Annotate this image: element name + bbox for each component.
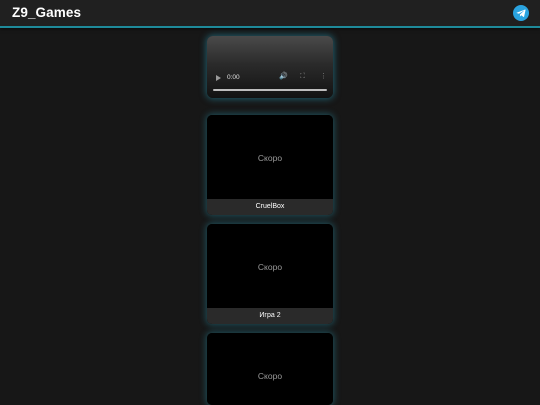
game-card[interactable]: Скоро Игра 2 [207, 224, 333, 324]
video-controls: 0:00 🔊 ⛶ ⋮ [207, 73, 333, 85]
video-player[interactable]: 0:00 🔊 ⛶ ⋮ [207, 36, 333, 98]
site-title: Z9_Games [12, 5, 82, 20]
game-card[interactable]: Скоро [207, 333, 333, 405]
more-options-icon[interactable]: ⋮ [320, 73, 327, 81]
game-thumbnail[interactable]: Скоро [207, 224, 333, 308]
video-progress-bar[interactable] [213, 89, 327, 91]
content-feed: 0:00 🔊 ⛶ ⋮ Скоро CruelBox Скоро Игра 2 С… [207, 36, 333, 405]
game-status: Скоро [257, 153, 283, 163]
game-status: Скоро [257, 262, 283, 272]
volume-icon[interactable]: 🔊 [279, 73, 288, 81]
telegram-link[interactable] [513, 5, 529, 21]
game-title[interactable]: CruelBox [207, 199, 333, 215]
video-time: 0:00 [227, 74, 240, 81]
site-header: Z9_Games [0, 0, 540, 28]
game-title[interactable]: Игра 2 [207, 308, 333, 324]
telegram-icon [516, 9, 526, 17]
game-status: Скоро [257, 371, 283, 381]
fullscreen-icon[interactable]: ⛶ [300, 73, 305, 81]
game-thumbnail[interactable]: Скоро [207, 333, 333, 405]
play-icon[interactable] [216, 75, 221, 81]
game-card[interactable]: Скоро CruelBox [207, 115, 333, 215]
game-thumbnail[interactable]: Скоро [207, 115, 333, 199]
